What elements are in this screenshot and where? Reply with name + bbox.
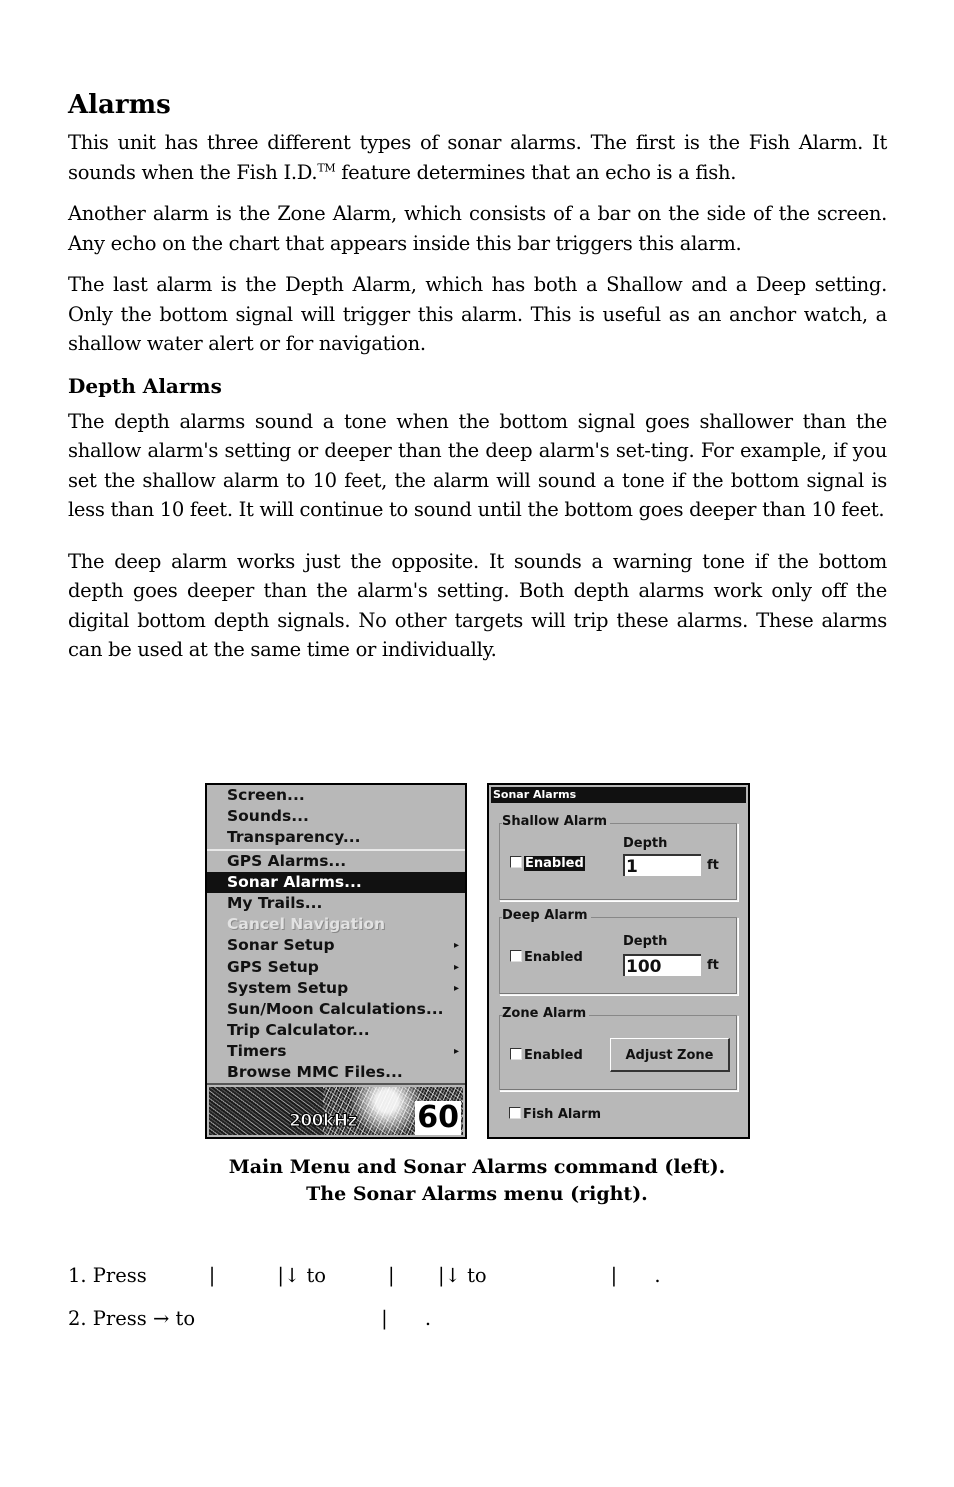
menu-item-label: Sonar Alarms... (227, 872, 362, 891)
document-page: Alarms This unit has three different typ… (68, 88, 887, 677)
menu-item-label: GPS Setup (227, 957, 319, 976)
menu-item-label: Trip Calculator... (227, 1021, 370, 1040)
menu-item-browse-mmc-files[interactable]: Browse MMC Files... (207, 1062, 465, 1083)
fish-alarm-checkbox[interactable]: Fish Alarm (509, 1107, 601, 1122)
checkbox-icon (509, 1107, 521, 1119)
menu-item-label: Sun/Moon Calculations... (227, 999, 444, 1018)
section-title: Alarms (68, 90, 171, 120)
menu-item-label: Browse MMC Files... (227, 1063, 403, 1082)
deep-depth-label: Depth (623, 934, 668, 949)
menu-item-my-trails[interactable]: My Trails... (207, 893, 465, 914)
menu-item-sonar-setup[interactable]: Sonar Setup ▸ (207, 935, 465, 956)
figure-caption: Main Menu and Sonar Alarms command (left… (0, 1154, 954, 1208)
menu-item-sonar-alarms[interactable]: Sonar Alarms... (207, 871, 465, 893)
deep-alarm-group: Deep Alarm Enabled Depth 100 ft (499, 908, 738, 995)
menu-item-label: Timers (227, 1042, 287, 1061)
deep-enabled-label: Enabled (524, 950, 583, 965)
depth-readout: 60 (415, 1100, 461, 1135)
caption-line-1: Main Menu and Sonar Alarms command (left… (228, 1156, 726, 1178)
menu-item-system-setup[interactable]: System Setup ▸ (207, 978, 465, 999)
subheading-depth-alarms: Depth Alarms (68, 373, 222, 398)
zone-alarm-group: Zone Alarm Enabled Adjust Zone (499, 1006, 738, 1091)
checkbox-icon (510, 1048, 522, 1060)
instruction-step-2: 2. Press → to | . (68, 1307, 432, 1330)
main-menu-screenshot: Screen... Sounds... Transparency... GPS Ala… (205, 783, 467, 1139)
main-menu: Screen... Sounds... Transparency... GPS Ala… (207, 785, 465, 1085)
menu-item-transparency[interactable]: Transparency... (207, 827, 465, 848)
menu-item-label: My Trails... (227, 893, 323, 912)
submenu-arrow-icon: ▸ (453, 1046, 459, 1058)
adjust-zone-button[interactable]: Adjust Zone (610, 1038, 730, 1072)
shallow-depth-unit: ft (707, 858, 719, 873)
shallow-enabled-checkbox[interactable]: Enabled (510, 856, 585, 871)
shallow-depth-label: Depth (623, 836, 668, 851)
deep-depth-unit: ft (707, 958, 719, 973)
zone-enabled-checkbox[interactable]: Enabled (510, 1048, 583, 1063)
menu-item-trip-calculator[interactable]: Trip Calculator... (207, 1020, 465, 1041)
menu-item-screen[interactable]: Screen... (207, 785, 465, 806)
paragraph-depth-alarm: The last alarm is the Depth Alarm, which… (68, 273, 887, 355)
menu-item-sun-moon-calculations[interactable]: Sun/Moon Calculations... (207, 999, 465, 1020)
menu-item-gps-alarms[interactable]: GPS Alarms... (207, 848, 465, 872)
trademark-mark: TM (317, 161, 336, 174)
menu-item-label: Cancel Navigation (227, 915, 386, 934)
menu-item-label: GPS Alarms... (227, 851, 347, 870)
deep-alarm-label: Deep Alarm (502, 908, 591, 923)
submenu-arrow-icon: ▸ (453, 961, 459, 973)
menu-item-cancel-navigation: Cancel Navigation (207, 914, 465, 935)
checkbox-icon (510, 856, 522, 868)
paragraph-intro: This unit has three different types of s… (68, 128, 887, 187)
submenu-arrow-icon: ▸ (453, 982, 459, 994)
frequency-label: 200kHz (289, 1111, 358, 1132)
menu-item-label: Screen... (227, 786, 305, 804)
menu-item-sounds[interactable]: Sounds... (207, 806, 465, 827)
dialog-title: Sonar Alarms (491, 787, 746, 803)
shallow-enabled-label: Enabled (524, 856, 585, 871)
shallow-alarm-label: Shallow Alarm (502, 814, 611, 829)
paragraph-depth-alarms-detail: The depth alarms sound a tone when the b… (68, 409, 887, 522)
paragraph-intro-text-b: feature determines that an echo is a fis… (335, 160, 737, 184)
caption-line-2: The Sonar Alarms menu (right). (306, 1183, 648, 1205)
zone-enabled-label: Enabled (524, 1048, 583, 1063)
zone-alarm-label: Zone Alarm (502, 1006, 590, 1021)
menu-item-label: Transparency... (227, 828, 361, 847)
menu-item-label: Sounds... (227, 807, 309, 826)
sonar-chart-strip: 200kHz 60 (209, 1087, 463, 1135)
deep-depth-input[interactable]: 100 (623, 954, 701, 977)
submenu-arrow-icon: ▸ (453, 940, 459, 952)
fish-alarm-label: Fish Alarm (523, 1107, 602, 1122)
menu-item-label: System Setup (227, 978, 349, 997)
menu-item-label: Sonar Setup (227, 936, 335, 955)
menu-item-gps-setup[interactable]: GPS Setup ▸ (207, 957, 465, 978)
paragraph-deep-alarm: The deep alarm works just the opposite. … (68, 549, 887, 662)
paragraph-zone-alarm: Another alarm is the Zone Alarm, which c… (68, 202, 887, 255)
shallow-alarm-group: Shallow Alarm Enabled Depth 1 ft (499, 814, 738, 901)
menu-item-timers[interactable]: Timers ▸ (207, 1041, 465, 1062)
deep-enabled-checkbox[interactable]: Enabled (510, 950, 583, 965)
sonar-alarms-dialog: Sonar Alarms Shallow Alarm Enabled Depth… (487, 783, 750, 1139)
checkbox-icon (510, 950, 522, 962)
shallow-depth-input[interactable]: 1 (623, 854, 701, 877)
instruction-step-1: 1. Press | |↓ to | |↓ to | . (68, 1264, 661, 1287)
